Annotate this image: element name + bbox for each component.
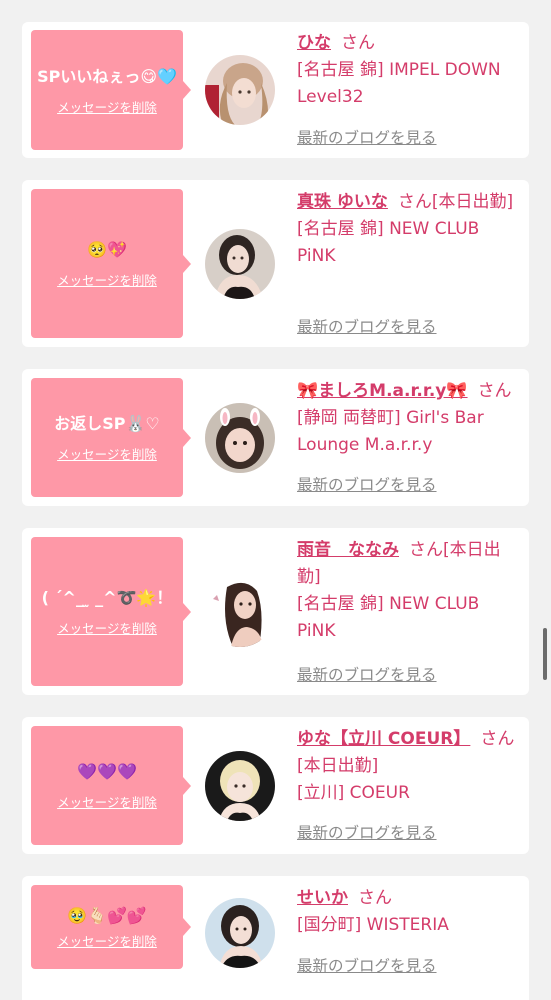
message-bubble: SPいいねぇっ😋🩵 メッセージを削除 [31,30,191,150]
avatar-photo-icon [205,751,275,821]
latest-blog-link[interactable]: 最新のブログを見る [297,315,437,337]
message-card: ( ˊ^_ ̫ _^➰🌟！ メッセージを削除 雨音 ななみ さん[本日出勤] [名… [22,528,529,695]
latest-blog-link[interactable]: 最新のブログを見る [297,473,437,495]
sender-info: せいか さん [国分町] WISTERIA [297,885,515,939]
sender-name-link[interactable]: 真珠 ゆいな [297,192,388,212]
sender-info: 雨音 ななみ さん[本日出勤] [名古屋 錦] NEW CLUB PiNK [297,537,515,645]
latest-blog-link[interactable]: 最新のブログを見る [297,954,437,976]
delete-message-link[interactable]: メッセージを削除 [57,444,157,463]
shop-name: [国分町] WISTERIA [297,915,449,935]
message-text: 💜💜💜 [77,762,137,781]
message-bubble: お返しSP🐰♡ メッセージを削除 [31,378,191,497]
sender-info: ひな さん [名古屋 錦] IMPEL DOWN Level32 [297,30,515,111]
avatar-photo-icon [205,898,275,968]
message-text: 🥺💖 [87,240,127,259]
message-card: SPいいねぇっ😋🩵 メッセージを削除 ひな さん [名古屋 錦] IMPEL DO… [22,22,529,158]
sender-name-link[interactable]: 雨音 ななみ [297,540,399,560]
sender-info: 🎀ましろM.a.r.r.y🎀 さん [静岡 両替町] Girl's Bar Lou… [297,378,515,459]
shop-name: [名古屋 錦] NEW CLUB PiNK [297,219,480,266]
message-card: 🥹🫰🏻💕💕 メッセージを削除 せいか さん [国分町] WISTERIA 最新のブ… [22,876,529,1000]
avatar[interactable] [205,577,275,647]
honorific: さん[本日出勤] [397,192,514,212]
delete-message-link[interactable]: メッセージを削除 [57,792,157,811]
honorific: さん [358,888,392,908]
message-text: SPいいねぇっ😋🩵 [37,66,177,86]
message-bubble: 🥹🫰🏻💕💕 メッセージを削除 [31,885,191,969]
message-card: 🥺💖 メッセージを削除 真珠 ゆいな さん[本日出勤] [名古屋 錦] NEW C… [22,180,529,347]
scrollbar[interactable] [543,628,547,680]
message-card: お返しSP🐰♡ メッセージを削除 🎀ましろM.a.r.r.y🎀 さん [静岡 両替… [22,369,529,506]
shop-name: [立川] COEUR [297,783,410,803]
sender-name-link[interactable]: ゆな【立川 COEUR】 [297,729,470,749]
message-bubble: 💜💜💜 メッセージを削除 [31,726,191,845]
avatar[interactable] [205,403,275,473]
avatar-photo-icon [205,229,275,299]
sender-name-link[interactable]: 🎀ましろM.a.r.r.y🎀 [297,381,468,401]
message-bubble: ( ˊ^_ ̫ _^➰🌟！ メッセージを削除 [31,537,191,686]
delete-message-link[interactable]: メッセージを削除 [57,618,157,637]
sender-info: ゆな【立川 COEUR】 さん[本日出勤] [立川] COEUR [297,726,515,807]
latest-blog-link[interactable]: 最新のブログを見る [297,126,437,148]
message-text: 🥹🫰🏻💕💕 [67,906,147,925]
shop-name: [名古屋 錦] NEW CLUB PiNK [297,594,480,641]
delete-message-link[interactable]: メッセージを削除 [57,97,157,116]
latest-blog-link[interactable]: 最新のブログを見る [297,821,437,843]
message-text: ( ˊ^_ ̫ _^➰🌟！ [41,588,173,607]
avatar-photo-icon [205,55,275,125]
shop-name: [名古屋 錦] IMPEL DOWN Level32 [297,60,501,107]
shop-name: [静岡 両替町] Girl's Bar Lounge M.a.r.r.y [297,408,484,455]
honorific: さん [341,33,375,53]
message-card: 💜💜💜 メッセージを削除 ゆな【立川 COEUR】 さん[本日出勤] [立川] C… [22,717,529,854]
honorific: さん [477,381,512,401]
message-text: お返しSP🐰♡ [54,414,160,433]
avatar-photo-icon [205,577,275,647]
avatar[interactable] [205,898,275,968]
message-bubble: 🥺💖 メッセージを削除 [31,189,191,338]
sender-name-link[interactable]: せいか [297,888,348,908]
latest-blog-link[interactable]: 最新のブログを見る [297,663,437,685]
avatar-photo-icon [205,403,275,473]
avatar[interactable] [205,55,275,125]
sender-info: 真珠 ゆいな さん[本日出勤] [名古屋 錦] NEW CLUB PiNK [297,189,515,270]
avatar[interactable] [205,751,275,821]
sender-name-link[interactable]: ひな [297,33,331,53]
delete-message-link[interactable]: メッセージを削除 [57,931,157,950]
delete-message-link[interactable]: メッセージを削除 [57,270,157,289]
avatar[interactable] [205,229,275,299]
